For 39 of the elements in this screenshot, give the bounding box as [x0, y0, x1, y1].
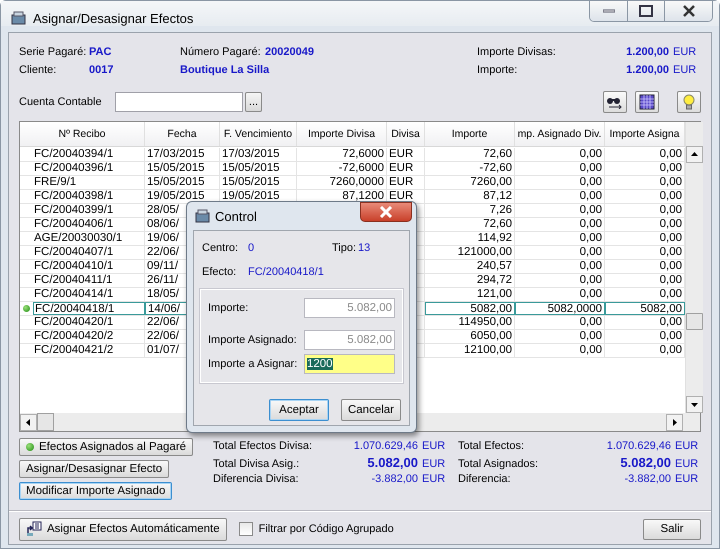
- field-value: 1.200,00: [625, 64, 669, 76]
- field-label: Tipo:: [332, 242, 358, 254]
- field-value: 0: [248, 242, 256, 254]
- field-label: Importe:: [477, 64, 518, 76]
- field-label: Cuenta Contable: [19, 96, 103, 108]
- field-value: 0017: [89, 64, 114, 76]
- currency-label: EUR: [674, 440, 700, 452]
- field-value: PAC: [89, 46, 112, 58]
- field-value: 20020049: [265, 46, 314, 58]
- total-value: 5.082,00: [366, 455, 418, 470]
- field-label: Serie Pagaré:: [19, 46, 88, 58]
- client-name: Boutique La Silla: [180, 64, 270, 76]
- total-label: Diferencia Divisa:: [213, 473, 300, 485]
- total-value: 5.082,00: [619, 455, 671, 470]
- currency-label: EUR: [421, 473, 446, 485]
- field-value: 1.200,00: [625, 46, 669, 58]
- field-label: Cliente:: [19, 64, 58, 76]
- field-label: Importe a Asignar:: [208, 358, 298, 370]
- currency-label: EUR: [673, 46, 698, 58]
- total-label: Total Asignados:: [458, 458, 540, 470]
- field-value: 13: [358, 242, 370, 254]
- currency-label: EUR: [421, 458, 446, 470]
- currency-label: EUR: [673, 64, 698, 76]
- total-label: Total Efectos:: [458, 440, 526, 452]
- total-label: Diferencia:: [458, 473, 512, 485]
- total-value: 1.070.629,46: [352, 440, 418, 452]
- total-value: -3.882,00: [624, 473, 671, 485]
- checkbox-label: Filtrar por Código Agrupado: [258, 523, 394, 535]
- total-value: -3.882,00: [370, 473, 418, 485]
- field-value: FC/20040418/1: [248, 266, 324, 278]
- field-label: Número Pagaré:: [180, 46, 262, 58]
- window-title: Asignar/Desasignar Efectos: [33, 11, 194, 26]
- total-label: Total Efectos Divisa:: [213, 440, 314, 452]
- currency-label: EUR: [674, 473, 700, 485]
- total-label: Total Divisa Asig.:: [213, 458, 300, 470]
- total-value: 1.070.629,46: [606, 440, 671, 452]
- currency-label: EUR: [421, 440, 446, 452]
- field-label: Importe Divisas:: [477, 46, 557, 58]
- currency-label: EUR: [674, 458, 700, 470]
